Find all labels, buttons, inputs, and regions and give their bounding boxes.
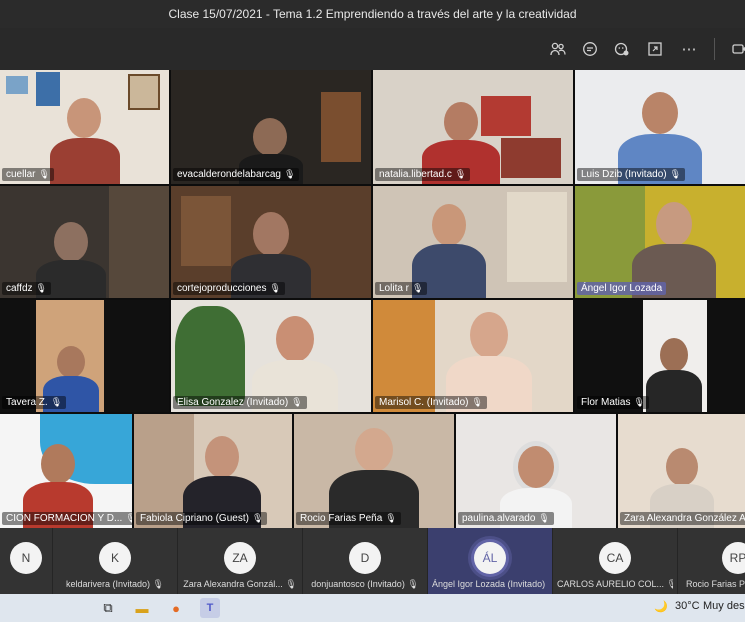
- background-art: [109, 186, 169, 298]
- mic-icon: 🎙: [283, 169, 296, 179]
- meeting-toolbar: ⋯: [0, 28, 745, 70]
- participant-tile[interactable]: ZA Zara Alexandra Gonzál... 🎙: [178, 528, 303, 594]
- participant-name: Zara Alexandra Gonzál... 🎙: [183, 579, 297, 589]
- title-bar: Clase 15/07/2021 - Tema 1.2 Emprendiendo…: [0, 0, 745, 28]
- video-tile[interactable]: Rocio Farias Peña 🎙: [294, 414, 454, 528]
- video-tile[interactable]: Luis Dzib (Invitado) 🎙: [575, 70, 745, 184]
- teams-icon[interactable]: T: [200, 598, 220, 618]
- video-tile[interactable]: Flor Matias 🎙: [575, 300, 745, 412]
- video-tile[interactable]: Ángel Igor Lozada: [575, 186, 745, 298]
- participant-name: Luis Dzib (Invitado) 🎙: [577, 168, 686, 181]
- more-icon[interactable]: ⋯: [677, 37, 701, 61]
- video-tile[interactable]: caffdz 🎙: [0, 186, 169, 298]
- avatar: K: [99, 542, 131, 574]
- weather-text: Muy despe: [703, 600, 745, 612]
- participant-name: CION FORMACION Y D... 🎙: [2, 512, 132, 525]
- doorway: [321, 92, 361, 162]
- participant-name: caffdz 🎙: [2, 282, 51, 295]
- avatar: CA: [599, 542, 631, 574]
- window-title: Clase 15/07/2021 - Tema 1.2 Emprendiendo…: [168, 7, 577, 21]
- share-screen-icon[interactable]: [643, 37, 667, 61]
- participant-name: Elisa Gonzalez (Invitado) 🎙: [173, 396, 307, 409]
- mic-icon: 🎙: [454, 169, 467, 179]
- participant-tile[interactable]: RP Rocio Farias Peña: [678, 528, 745, 594]
- video-tile[interactable]: natalia.libertad.c 🎙: [373, 70, 573, 184]
- mic-icon: 🎙: [471, 397, 483, 407]
- participant-name: Fabiola Cipriano (Guest) 🎙: [136, 512, 268, 525]
- participants-strip: N K keldarivera (Invitado) 🎙 ZA Zara Ale…: [0, 528, 745, 594]
- video-tile[interactable]: cuellar 🎙: [0, 70, 169, 184]
- mic-icon: 🎙: [412, 283, 424, 293]
- participant-tile[interactable]: K keldarivera (Invitado) 🎙: [53, 528, 178, 594]
- temperature-text: 30°C: [675, 600, 700, 612]
- mic-icon: 🎙: [35, 283, 47, 293]
- participant-name: paulina.alvarado 🎙: [458, 512, 554, 525]
- reactions-icon[interactable]: [610, 37, 634, 61]
- participant-name: cuellar 🎙: [2, 168, 54, 181]
- participant-name: Rocio Farias Peña 🎙: [296, 512, 401, 525]
- participant-name: CARLOS AURELIO COL... 🎙: [557, 579, 673, 589]
- participant-name: cortejoproducciones 🎙: [173, 282, 285, 295]
- video-tile[interactable]: cortejoproducciones 🎙: [171, 186, 371, 298]
- mic-icon: 🎙: [269, 283, 281, 293]
- participant-name: donjuantosco (Invitado) 🎙: [311, 579, 419, 589]
- video-tile[interactable]: Marisol C. (Invitado) 🎙: [373, 300, 573, 412]
- avatar: N: [10, 542, 42, 574]
- participant-name: Rocio Farias Peña: [686, 579, 745, 589]
- mic-icon: 🎙: [38, 169, 50, 179]
- chat-icon[interactable]: [578, 37, 602, 61]
- video-tile[interactable]: Zara Alexandra González Ag: [618, 414, 745, 528]
- video-tile[interactable]: paulina.alvarado 🎙: [456, 414, 616, 528]
- video-tile[interactable]: CION FORMACION Y D... 🎙: [0, 414, 132, 528]
- mic-icon: 🎙: [50, 397, 63, 407]
- mic-icon: 🎙: [633, 397, 645, 407]
- mic-icon: 🎙: [385, 513, 397, 523]
- participant-name: Ángel Igor Lozada (Invitado) 🎙: [432, 579, 548, 589]
- participant-name: Lolita r 🎙: [375, 282, 428, 295]
- firefox-icon[interactable]: ●: [166, 598, 186, 618]
- mic-icon: 🎙: [669, 169, 682, 179]
- participant-name: keldarivera (Invitado) 🎙: [66, 579, 164, 589]
- participant-name: Tavera Z. 🎙: [2, 396, 67, 409]
- camera-icon[interactable]: [728, 37, 745, 61]
- weather-icon[interactable]: 🌙: [654, 600, 668, 613]
- file-explorer-icon[interactable]: ▬: [132, 598, 152, 618]
- video-tile[interactable]: Elisa Gonzalez (Invitado) 🎙: [171, 300, 371, 412]
- wall-picture: [6, 76, 28, 94]
- participant-name: Marisol C. (Invitado) 🎙: [375, 396, 487, 409]
- participant-name: Ángel Igor Lozada: [577, 282, 667, 295]
- sofa: [501, 138, 561, 178]
- bookshelf: [181, 196, 231, 266]
- avatar: D: [349, 542, 381, 574]
- video-grid: cuellar 🎙 evacalderondelabarcag 🎙 natalia.…: [0, 70, 745, 528]
- toolbar-divider: [714, 38, 715, 60]
- wall-picture: [128, 74, 160, 110]
- plant: [175, 306, 245, 406]
- participant-tile[interactable]: D donjuantosco (Invitado) 🎙: [303, 528, 428, 594]
- avatar: RP: [722, 542, 745, 574]
- task-view-icon[interactable]: ⧉: [98, 598, 118, 618]
- participant-tile[interactable]: CA CARLOS AURELIO COL... 🎙: [553, 528, 678, 594]
- participant-tile[interactable]: N: [0, 528, 53, 594]
- participant-name: natalia.libertad.c 🎙: [375, 168, 471, 181]
- video-tile[interactable]: Fabiola Cipriano (Guest) 🎙: [134, 414, 292, 528]
- participant-name: evacalderondelabarcag 🎙: [173, 168, 300, 181]
- windows-taskbar: ⧉ ▬ ● T 🌙 30°C Muy despe: [0, 594, 745, 622]
- mic-icon: 🎙: [538, 513, 550, 523]
- mic-icon: 🎙: [291, 397, 303, 407]
- mic-icon: 🎙: [125, 513, 132, 523]
- avatar: ÁL: [474, 542, 506, 574]
- avatar: ZA: [224, 542, 256, 574]
- participant-tile-active[interactable]: ÁL Ángel Igor Lozada (Invitado) 🎙: [428, 528, 553, 594]
- video-tile[interactable]: Lolita r 🎙: [373, 186, 573, 298]
- people-icon[interactable]: [546, 37, 570, 61]
- mic-icon: 🎙: [251, 513, 264, 523]
- video-tile[interactable]: Tavera Z. 🎙: [0, 300, 169, 412]
- bulletin-board: [507, 192, 567, 282]
- participant-name: Zara Alexandra González Ag: [620, 512, 745, 525]
- participant-name: Flor Matias 🎙: [577, 396, 649, 409]
- video-tile[interactable]: evacalderondelabarcag 🎙: [171, 70, 371, 184]
